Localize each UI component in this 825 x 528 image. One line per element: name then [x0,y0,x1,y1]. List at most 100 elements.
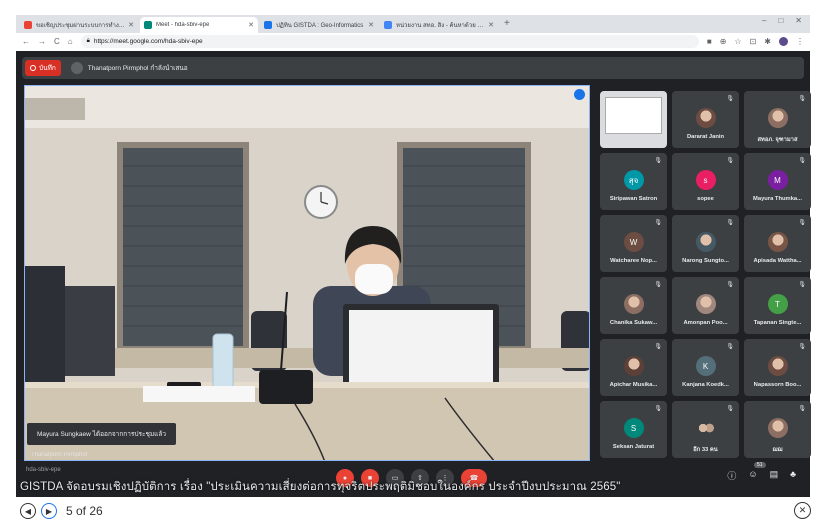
mic-muted-icon: 🎙︎ [654,282,662,288]
participant-avatar [695,418,716,438]
back-arrow-icon[interactable]: ← [22,37,30,46]
camera-icon[interactable]: ■ [707,37,712,46]
mic-muted-icon: 🎙︎ [726,282,734,288]
tab-favicon-icon [144,21,152,29]
participant-tile[interactable]: 🎙︎ s sopee [672,153,739,210]
mic-muted-icon: 🎙︎ [798,282,806,288]
screenshot-root: ขอเชิญประชุมผ่านระบบการทำงาน ✕ Meet - hda-… [0,0,825,528]
mic-muted-icon: 🎙︎ [654,406,662,412]
record-indicator[interactable]: บันทึก [25,60,61,76]
browser-tab[interactable]: Meet - hda-sbiv-epe ✕ [140,17,258,33]
participant-tile[interactable]: 🎙︎ W Watcharee Nop... [600,215,667,272]
browser-tab-strip: ขอเชิญประชุมผ่านระบบการทำงาน ✕ Meet - hda-… [16,15,810,33]
viewer-footer: ◀ ▶ 5 of 26 ✕ [0,497,825,528]
arrow-right-icon: ▶ [45,506,53,516]
tab-favicon-icon [264,21,272,29]
new-tab-button[interactable]: + [504,17,510,33]
share-icon[interactable]: ⊕ [720,37,727,46]
main-video-stage[interactable]: Mayura Sungkaew ได้ออกจากการประชุมแล้ว T… [24,85,590,461]
presenter-status: Thanatporn Pirmphol กำลังนำเสนอ [70,62,188,74]
tab-close-icon[interactable]: ✕ [128,21,134,29]
close-button[interactable]: ✕ [794,502,811,519]
tab-close-icon[interactable]: ✕ [248,21,254,29]
tab-close-icon[interactable]: ✕ [368,21,374,29]
menu-icon[interactable]: ⋮ [796,37,804,46]
address-bar[interactable]: 🔒︎ https://meet.google.com/hda-sbiv-epe [80,35,699,48]
pin-icon[interactable] [574,89,585,100]
star-icon[interactable]: ☆ [734,37,741,46]
extension-icon[interactable]: ⊡ [750,37,757,46]
participant-name: Kanjana Koedk... [682,382,729,388]
participant-tile[interactable]: 🎙︎ สทอภ. จุฑามาส [744,91,811,148]
participant-tile[interactable]: 🎙︎ Dararat Janin [672,91,739,148]
mic-muted-icon: 🎙︎ [798,96,806,102]
arrow-left-icon: ◀ [24,506,32,516]
page-indicator: 5 of 26 [66,504,103,518]
participant-count-badge: 51 [754,462,766,468]
close-window-icon[interactable]: ✕ [795,16,802,25]
close-icon: ✕ [798,505,807,515]
mic-muted-icon: 🎙︎ [654,220,662,226]
participant-avatar [623,294,644,314]
participant-tile[interactable]: 🎙︎ อีก 33 คน [672,401,739,458]
mic-muted-icon: 🎙︎ [726,158,734,164]
participant-name: Amonpan Poo... [683,320,728,326]
puzzle-icon[interactable]: ✱ [764,37,771,46]
participant-tile[interactable]: 🎙︎ K Kanjana Koedk... [672,339,739,396]
participant-tile[interactable]: 🎙︎ Narong Sungto... [672,215,739,272]
participant-tile[interactable]: 🎙︎ ฌฌ [744,401,811,458]
mic-muted-icon: 🎙︎ [726,406,734,412]
participant-avatar: สุจ [623,170,644,190]
mic-muted-icon: 🎙︎ [798,220,806,226]
reload-icon[interactable]: C [54,37,60,46]
profile-avatar[interactable] [779,37,788,46]
mic-muted-icon: 🎙︎ [726,220,734,226]
participant-tile[interactable]: 🎙︎ T Tapanan Singte... [744,277,811,334]
meet-top-bar: บันทึก Thanatporn Pirmphol กำลังนำเสนอ [22,57,804,79]
previous-button[interactable]: ◀ [20,503,36,519]
participant-name: ฌฌ [772,447,783,453]
mic-muted-icon: 🎙︎ [798,344,806,350]
tab-favicon-icon [24,21,32,29]
record-label: บันทึก [39,65,56,72]
participant-avatar [767,418,788,438]
tab-title: ขอเชิญประชุมผ่านระบบการทำงาน [36,23,126,29]
next-button[interactable]: ▶ [41,503,57,519]
participant-tile[interactable]: 🎙︎ สุจ Siripawan Satron [600,153,667,210]
participant-name: อีก 33 คน [693,447,718,453]
minimize-icon[interactable]: – [762,16,766,25]
browser-tab[interactable]: ขอเชิญประชุมผ่านระบบการทำงาน ✕ [20,17,138,33]
window-controls: – □ ✕ [762,16,802,25]
mic-muted-icon: 🎙︎ [654,344,662,350]
participant-tile[interactable]: 🎙︎ Apichar Musika... [600,339,667,396]
browser-tab[interactable]: ปฏิทิน GISTDA : Geo-Informatics ✕ [260,17,378,33]
mic-muted-icon: 🎙︎ [798,158,806,164]
presenter-avatar [70,62,83,74]
participant-tile[interactable]: 🎙︎ M Mayura Thumka... [744,153,811,210]
participant-tile[interactable]: 🎙︎ S Seksan Jaturat [600,401,667,458]
presenter-label: Thanatporn Pirmphol กำลังนำเสนอ [87,65,188,72]
mic-muted-icon: 🎙︎ [726,96,734,102]
address-url: https://meet.google.com/hda-sbiv-epe [93,38,203,45]
participant-avatar: K [695,356,716,376]
browser-toolbar: ← → C ⌂ 🔒︎ https://meet.google.com/hda-s… [16,33,810,50]
tab-title: Meet - hda-sbiv-epe [156,22,210,28]
participant-name: Napassorn Boo... [753,382,802,388]
slide-caption: GISTDA จัดอบรมเชิงปฏิบัติการ เรื่อง "ประ… [20,481,621,493]
stage-participant-name: Thanatporn Pirmphol [31,452,88,458]
tab-close-icon[interactable]: ✕ [488,21,494,29]
participant-name: Apisada Wattha... [753,258,802,264]
participant-tile[interactable]: 🎙︎ Napassorn Boo... [744,339,811,396]
participant-tile[interactable]: 🎙︎ Amonpan Poo... [672,277,739,334]
maximize-icon[interactable]: □ [778,16,783,25]
browser-tab[interactable]: หน่วยงาน สทอ. สิง - ค้นหาด้วย Google✕ [380,17,498,33]
mic-muted-icon: 🎙︎ [654,158,662,164]
home-icon[interactable]: ⌂ [68,37,73,46]
participant-tile[interactable]: 🎙︎ Chanika Sukaw... [600,277,667,334]
participant-tile[interactable] [600,91,667,148]
participant-name: Watcharee Nop... [610,258,657,264]
participant-avatar [767,232,788,252]
participant-tile[interactable]: 🎙︎ Apisada Wattha... [744,215,811,272]
forward-arrow-icon[interactable]: → [38,37,46,46]
meeting-code: hda-sbiv-epe [26,467,61,473]
